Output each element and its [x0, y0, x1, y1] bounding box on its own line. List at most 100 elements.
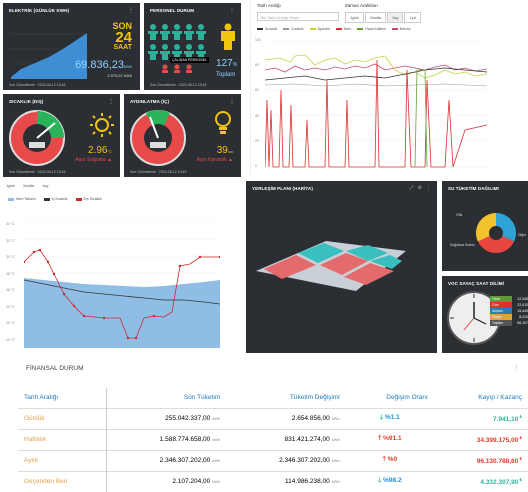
- lightbulb-icon: [215, 111, 231, 134]
- gain-cell: 96.130.788,60 ₺: [433, 449, 528, 471]
- personnel-widget: PERSONEL DURUM ⋮ ÇALIŞAN PERSONEL 127% T…: [144, 3, 241, 90]
- series-temp-line: [265, 67, 487, 81]
- more-icon[interactable]: ⋮: [426, 185, 431, 191]
- line-legend: Nem Tabanlı İç Sıcaklık Dış Sıcaklık: [8, 197, 102, 201]
- legend-item[interactable]: Dış Sıcaklık: [75, 197, 102, 201]
- last-cell: 2.107.204,00 kWh: [106, 470, 227, 492]
- series-humidity-area: [24, 278, 220, 348]
- clock-widget: VOC SAYAÇ SAAT DİLİMİ Gece 12,345 Gün 22,0…: [442, 276, 528, 353]
- zoom-buttons: 1gün 1hafta 1ay 1yıl: [345, 12, 421, 23]
- legend-item[interactable]: Sıcaklık: [257, 27, 277, 31]
- widget-menu-icon[interactable]: ⋮: [229, 7, 235, 14]
- zoom-button-year[interactable]: 1yıl: [404, 12, 421, 23]
- warning-icon: ▲: [228, 157, 233, 163]
- tariff-row: Toplam 58,107: [490, 320, 528, 326]
- fullscreen-icon[interactable]: ⤢: [410, 185, 414, 191]
- zoom-button-day[interactable]: 1gün: [345, 12, 364, 23]
- pie-label-0: Ofis: [456, 213, 463, 217]
- widget-footer: Son Güncelleme : 2024-06-12 13:45: [9, 83, 66, 87]
- finance-table: Tarih Aralığı Son Tüketim Tüketim Değişi…: [18, 388, 528, 492]
- finance-row: Haftalık 1.588.774.658,00 kWh 831.421.274,0…: [18, 428, 528, 450]
- personnel-sub: Toplam: [216, 72, 236, 78]
- legend-item[interactable]: İç Sıcaklık: [43, 197, 68, 201]
- col-date-range: Tarih Aralığı: [18, 388, 107, 408]
- electricity-value: 69.836,23kWh: [75, 59, 132, 71]
- widget-menu-icon[interactable]: ⋮: [108, 98, 114, 105]
- series-temp2-line: [265, 83, 487, 87]
- gain-cell: 4.332.307,90 ₺: [433, 470, 528, 492]
- warning-icon: ▲: [107, 157, 112, 163]
- col-last: Son Tüketim: [183, 394, 221, 402]
- date-range-input[interactable]: Bir Tarih Aralığı Seçin: [257, 12, 339, 21]
- zoom-button-month[interactable]: 1ay: [387, 12, 404, 23]
- tab-day[interactable]: 1gün: [6, 183, 15, 188]
- floor-plan-map: [256, 241, 406, 291]
- legend-item[interactable]: Nem: [335, 27, 351, 31]
- change-cell: 114.986.238,00 kWh: [226, 470, 346, 492]
- last-cell: 1.588.774.658,00 kWh: [106, 428, 227, 450]
- legend-item[interactable]: Sıcaklık: [283, 27, 304, 31]
- finance-row: Günlük 255.042.337,00 kWh 2.654.856,00 kWh 🡓 …: [18, 407, 528, 429]
- finance-panel: FİNANSAL DURUM ⋮ Tarih Aralığı Son Tüket…: [0, 356, 528, 492]
- legend-item[interactable]: Aydınlık: [309, 27, 330, 31]
- widget-menu-icon[interactable]: ⋮: [229, 98, 235, 105]
- sun-icon: [90, 113, 114, 137]
- trend-legend: Sıcaklık Sıcaklık Aydınlık Nem Hava Kali…: [257, 27, 410, 31]
- rate-cell: 🡓 %98.2: [345, 470, 434, 492]
- trend-chart: [265, 40, 487, 168]
- gain-cell: 7.941,10 ₺: [433, 407, 528, 429]
- widget-menu-icon[interactable]: ⋮: [128, 7, 134, 14]
- change-cell: 2.346.307.202,00 kWh: [226, 449, 346, 471]
- legend-item[interactable]: Hava Kalitesi: [357, 27, 386, 31]
- settings-icon[interactable]: ⚙: [418, 185, 422, 191]
- area-chart: [9, 33, 89, 79]
- finance-menu-icon[interactable]: ⋮: [513, 364, 520, 372]
- electricity-widget: ELEKTRİK (GÜNLÜK KWH) ⋮ SON 24 SAAT 69.8…: [3, 3, 140, 90]
- lighting-value: 39lux: [216, 145, 233, 156]
- col-change: Tüketim Değişimi: [289, 394, 340, 402]
- tariff-table: Gece 12,345 Gün 22,012 Akşam 15,440 Puant 8,…: [490, 296, 528, 326]
- temperature-widget: SICAKLIK (DIŞ) ⋮ 2.96°C Aşırı Soğuma ▲ S…: [3, 94, 120, 177]
- trend-y-axis: 100 80 60 40 20 0: [255, 38, 261, 168]
- line-tabs: 1gün 1hafta 1ay: [6, 183, 48, 188]
- widget-title: VOC SAYAÇ SAAT DİLİMİ: [448, 281, 504, 286]
- person-highlight-icon: [221, 23, 235, 50]
- series-air-line: [265, 59, 487, 168]
- legend-item[interactable]: Basınç: [391, 27, 410, 31]
- range-cell: Haftalık: [18, 428, 107, 450]
- tab-month[interactable]: 1ay: [42, 183, 48, 188]
- personnel-label: ÇALIŞAN PERSONEL: [170, 57, 210, 63]
- zoom-label: Zaman Aralıkları: [345, 3, 378, 8]
- electricity-sub: 2.575,67 kWh: [107, 73, 132, 78]
- zoom-button-week[interactable]: 1hafta: [364, 12, 387, 23]
- people-icons: [148, 24, 206, 73]
- gain-cell: 34.399.175,00 ₺: [433, 428, 528, 450]
- rate-cell: 🡑 %0: [345, 449, 434, 471]
- series-light-line: [265, 54, 487, 79]
- date-range-label: Tarih Aralığı: [257, 3, 281, 8]
- change-cell: 831.421.274,00 kWh: [226, 428, 346, 450]
- pie-label-2: Diğer: [518, 233, 527, 237]
- legend-item[interactable]: Nem Tabanlı: [8, 197, 36, 201]
- finance-title: FİNANSAL DURUM: [26, 365, 84, 372]
- lighting-gauge: [130, 110, 186, 166]
- widget-title: SU TÜKETİM DAĞILIMI: [448, 186, 499, 191]
- range-cell: Aylık: [18, 449, 107, 471]
- trend-chart-panel: Tarih Aralığı Bir Tarih Aralığı Seçin Za…: [250, 0, 528, 178]
- pie-label-1: Soğutma Kulesi: [450, 243, 475, 247]
- col-gain: Kayıp / Kazanç: [478, 394, 522, 402]
- temperature-gauge: [9, 110, 65, 166]
- tariff-label: Toplam: [490, 320, 513, 326]
- widget-title: ELEKTRİK (GÜNLÜK KWH): [9, 8, 70, 13]
- widget-footer: Son Güncelleme : 2024-06-12 13:45: [130, 170, 187, 174]
- col-rate: Değişim Oranı: [386, 394, 428, 402]
- pie-chart: [476, 213, 516, 253]
- range-cell: Geçenden Beri: [18, 470, 107, 492]
- floor-plan-widget: YERLEŞİM PLANI (HARİTA) ⤢ ⚙ ⋮: [246, 181, 437, 353]
- line-y-axis: 34 °C 32 °C 30 °C 28 °C 26 °C 24 °C 22 °C 20 °C: [6, 222, 15, 342]
- personnel-percent: 127%: [216, 58, 238, 69]
- widget-title: YERLEŞİM PLANI (HARİTA): [252, 186, 313, 191]
- water-distribution-widget: SU TÜKETİM DAĞILIMI Ofis Soğutma Kulesi …: [442, 181, 528, 271]
- tab-week[interactable]: 1hafta: [23, 183, 34, 188]
- map-toolbar: ⤢ ⚙ ⋮: [410, 185, 432, 191]
